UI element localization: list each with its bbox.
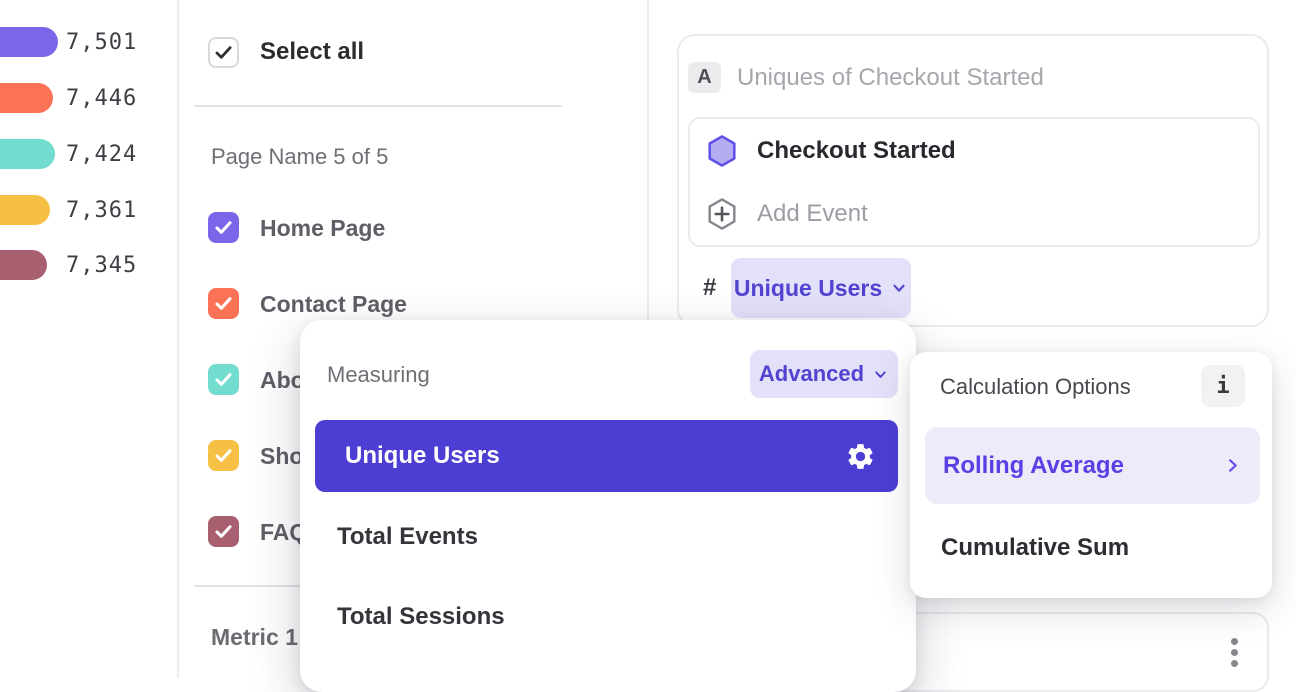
panel-divider-left bbox=[177, 0, 179, 678]
gear-icon[interactable] bbox=[845, 441, 876, 472]
check-icon bbox=[213, 217, 234, 238]
legend-bar bbox=[0, 139, 55, 169]
menu-option-unique-users[interactable]: Unique Users bbox=[315, 420, 898, 492]
measuring-title: Measuring bbox=[327, 359, 430, 391]
check-icon bbox=[213, 445, 234, 466]
kebab-menu-icon[interactable] bbox=[1231, 638, 1238, 667]
check-icon bbox=[213, 369, 234, 390]
group-label: Page Name 5 of 5 bbox=[211, 141, 388, 173]
metric-chip[interactable]: Unique Users bbox=[731, 258, 911, 318]
checkbox-faq-page[interactable] bbox=[208, 516, 239, 547]
checkbox-about-page[interactable] bbox=[208, 364, 239, 395]
legend-bar bbox=[0, 250, 47, 280]
legend-bar bbox=[0, 195, 50, 225]
check-icon bbox=[213, 521, 234, 542]
selected-option-label: Unique Users bbox=[345, 442, 500, 470]
info-icon: i bbox=[1216, 374, 1229, 399]
query-name-input[interactable]: Uniques of Checkout Started bbox=[737, 62, 1044, 93]
divider bbox=[194, 105, 562, 107]
chevron-right-icon bbox=[1223, 456, 1242, 475]
add-event-label[interactable]: Add Event bbox=[757, 198, 868, 230]
event-name[interactable]: Checkout Started bbox=[757, 135, 956, 167]
menu-option-rolling-average[interactable]: Rolling Average bbox=[925, 427, 1260, 504]
metric-type-symbol: # bbox=[703, 272, 716, 304]
check-icon bbox=[213, 42, 234, 63]
menu-option-total-events[interactable]: Total Events bbox=[337, 521, 478, 553]
chevron-down-icon bbox=[890, 279, 908, 297]
legend-value: 7,361 bbox=[66, 195, 137, 225]
checkbox-contact-page[interactable] bbox=[208, 288, 239, 319]
metric-chip-label: Unique Users bbox=[734, 275, 882, 302]
legend-value: 7,501 bbox=[66, 27, 137, 57]
calculation-options-title: Calculation Options bbox=[940, 371, 1131, 403]
menu-option-cumulative-sum[interactable]: Cumulative Sum bbox=[941, 532, 1129, 564]
menu-option-total-sessions[interactable]: Total Sessions bbox=[337, 601, 505, 633]
info-button[interactable]: i bbox=[1201, 365, 1245, 407]
legend-value: 7,424 bbox=[66, 139, 137, 169]
checkbox-shop-page[interactable] bbox=[208, 440, 239, 471]
rolling-average-label: Rolling Average bbox=[943, 452, 1124, 480]
chevron-down-icon bbox=[872, 366, 889, 383]
checkbox-home-page[interactable] bbox=[208, 212, 239, 243]
check-icon bbox=[213, 293, 234, 314]
legend-bar bbox=[0, 83, 53, 113]
legend-bar bbox=[0, 27, 58, 57]
select-all-label: Select all bbox=[260, 36, 364, 68]
event-hexagon-icon bbox=[704, 133, 740, 169]
metric-label: Metric 1 bbox=[211, 621, 298, 653]
advanced-toggle[interactable]: Advanced bbox=[750, 350, 898, 398]
add-event-icon[interactable] bbox=[704, 196, 740, 232]
select-all-checkbox[interactable] bbox=[208, 37, 239, 68]
legend-value: 7,345 bbox=[66, 250, 137, 280]
item-label[interactable]: Contact Page bbox=[260, 288, 407, 320]
advanced-label: Advanced bbox=[759, 361, 864, 387]
item-label[interactable]: Home Page bbox=[260, 212, 385, 244]
query-row-badge: A bbox=[688, 62, 721, 93]
legend-value: 7,446 bbox=[66, 83, 137, 113]
